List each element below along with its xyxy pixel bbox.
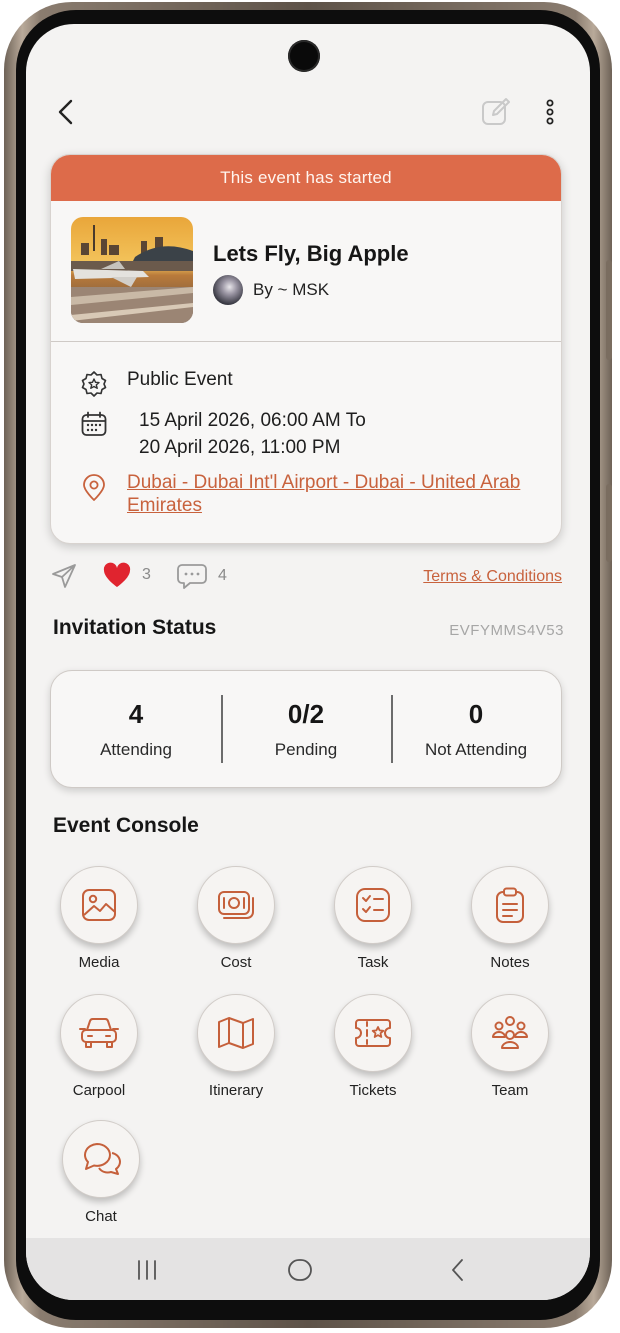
checklist-icon xyxy=(356,888,390,922)
console-carpool[interactable]: Carpool xyxy=(44,994,154,1099)
more-vertical-icon xyxy=(546,99,554,125)
event-organizer[interactable]: By ~ MSK xyxy=(213,275,329,305)
invitation-code: EVFYMMS4V53 xyxy=(449,622,564,639)
event-title: Lets Fly, Big Apple xyxy=(213,241,409,266)
carpool-button[interactable] xyxy=(60,994,138,1072)
console-notes[interactable]: Notes xyxy=(455,866,565,971)
team-button[interactable] xyxy=(471,994,549,1072)
event-console-title: Event Console xyxy=(53,814,199,837)
invitation-status-title: Invitation Status xyxy=(53,616,217,639)
volume-button xyxy=(606,260,612,360)
app-screen: This event has started Lets Fly, Big App… xyxy=(26,24,590,1300)
console-media[interactable]: Media xyxy=(44,866,154,971)
map-icon xyxy=(218,1017,254,1049)
console-label: Chat xyxy=(85,1208,117,1225)
event-start-date: 15 April 2026, 06:00 AM To xyxy=(139,410,366,431)
send-icon xyxy=(52,564,76,588)
console-label: Carpool xyxy=(72,1082,126,1099)
badge-star-icon xyxy=(79,369,109,399)
recents-icon xyxy=(138,1260,156,1280)
stat-label: Attending xyxy=(100,739,172,759)
location-pin-icon xyxy=(79,473,109,503)
front-camera xyxy=(288,40,320,72)
edit-icon xyxy=(482,98,510,125)
card-divider xyxy=(51,341,561,342)
calendar-icon xyxy=(79,409,109,439)
comment-count: 4 xyxy=(218,567,227,584)
event-type: Public Event xyxy=(127,369,233,390)
ticket-icon xyxy=(355,1019,391,1047)
like-button[interactable]: 3 xyxy=(102,562,151,588)
comment-icon xyxy=(177,564,207,589)
tickets-button[interactable] xyxy=(334,994,412,1072)
like-count: 3 xyxy=(142,566,151,583)
stat-value: 4 xyxy=(128,698,144,729)
system-nav-bar xyxy=(26,1238,590,1300)
stat-label: Pending xyxy=(274,739,338,759)
stat-attending[interactable]: 4 Attending xyxy=(51,671,221,787)
stat-value: 0 xyxy=(468,698,484,729)
event-thumbnail[interactable] xyxy=(71,217,193,323)
organizer-avatar xyxy=(213,275,243,305)
event-location-link[interactable]: Dubai - Dubai Int'l Airport - Dubai - Un… xyxy=(127,471,547,517)
console-label: Task xyxy=(357,954,389,971)
console-label: Cost xyxy=(220,954,252,971)
console-cost[interactable]: Cost xyxy=(181,866,291,971)
terms-link[interactable]: Terms & Conditions xyxy=(423,568,562,586)
stat-label: Not Attending xyxy=(424,739,528,759)
back-icon xyxy=(452,1259,463,1281)
cost-button[interactable] xyxy=(197,866,275,944)
share-button[interactable] xyxy=(50,562,78,590)
invitation-stats-card: 4 Attending 0/2 Pending 0 Not Attending xyxy=(50,670,562,788)
home-icon xyxy=(288,1259,312,1281)
power-button xyxy=(606,484,612,562)
home-button[interactable] xyxy=(286,1256,314,1284)
back-button[interactable] xyxy=(48,94,84,130)
console-label: Itinerary xyxy=(208,1082,264,1099)
event-actions-row: 3 4 Terms & Conditions xyxy=(50,562,562,594)
more-options-button[interactable] xyxy=(538,94,562,130)
event-location-row[interactable]: Dubai - Dubai Int'l Airport - Dubai - Un… xyxy=(79,471,547,517)
task-button[interactable] xyxy=(334,866,412,944)
chat-icon xyxy=(84,1143,121,1175)
team-icon xyxy=(492,1016,528,1049)
console-label: Notes xyxy=(490,954,530,971)
recents-button[interactable] xyxy=(134,1256,160,1284)
console-label: Team xyxy=(491,1082,529,1099)
console-label: Tickets xyxy=(349,1082,397,1099)
comment-button[interactable]: 4 xyxy=(176,562,227,590)
organizer-name: By ~ MSK xyxy=(253,280,330,299)
money-icon xyxy=(218,891,254,919)
clipboard-icon xyxy=(496,887,524,923)
console-itinerary[interactable]: Itinerary xyxy=(181,994,291,1099)
stat-not-attending[interactable]: 0 Not Attending xyxy=(391,671,561,787)
nav-back-button[interactable] xyxy=(446,1256,470,1284)
heart-icon xyxy=(103,562,131,587)
event-card[interactable]: This event has started Lets Fly, Big App… xyxy=(50,154,562,544)
event-type-row: Public Event xyxy=(79,369,233,399)
edit-button[interactable] xyxy=(476,94,516,130)
console-team[interactable]: Team xyxy=(455,994,565,1099)
stat-value: 0/2 xyxy=(287,698,325,729)
car-icon xyxy=(79,1018,119,1048)
chat-button[interactable] xyxy=(62,1120,140,1198)
console-tickets[interactable]: Tickets xyxy=(318,994,428,1099)
stat-pending[interactable]: 0/2 Pending xyxy=(221,671,391,787)
itinerary-button[interactable] xyxy=(197,994,275,1072)
event-end-date: 20 April 2026, 11:00 PM xyxy=(139,437,341,458)
event-started-banner: This event has started xyxy=(51,155,561,201)
event-date-row: 15 April 2026, 06:00 AM To 20 April 2026… xyxy=(79,409,366,461)
event-date-range: 15 April 2026, 06:00 AM To 20 April 2026… xyxy=(139,407,366,461)
media-button[interactable] xyxy=(60,866,138,944)
chevron-left-icon xyxy=(58,99,73,125)
console-label: Media xyxy=(78,954,120,971)
console-chat[interactable]: Chat xyxy=(46,1120,156,1225)
image-icon xyxy=(82,889,116,921)
console-task[interactable]: Task xyxy=(318,866,428,971)
notes-button[interactable] xyxy=(471,866,549,944)
